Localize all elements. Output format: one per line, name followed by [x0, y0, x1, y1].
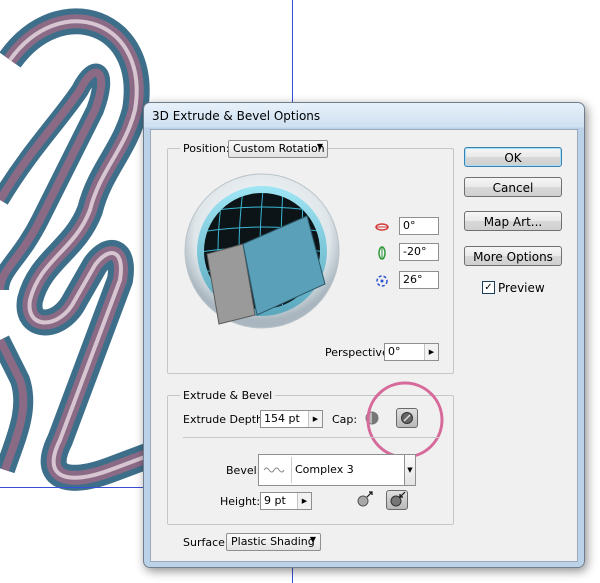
- map-art-button[interactable]: Map Art...: [464, 211, 562, 231]
- chevron-right-icon[interactable]: ▶: [308, 411, 322, 427]
- height-label: Height:: [220, 495, 261, 508]
- preview-checkbox[interactable]: ✓: [482, 281, 495, 294]
- highlight-circle-annotation: [366, 381, 444, 459]
- cancel-button[interactable]: Cancel: [464, 177, 562, 197]
- rotate-x-input[interactable]: 0°: [399, 217, 439, 235]
- bevel-in-icon: [390, 491, 406, 507]
- extrude-depth-label: Extrude Depth:: [183, 413, 267, 426]
- perspective-label: Perspective:: [325, 346, 393, 359]
- cap-label: Cap:: [332, 413, 358, 426]
- rotate-z-input[interactable]: 26°: [399, 271, 439, 289]
- rotate-y-icon: [378, 246, 386, 260]
- dialog-titlebar[interactable]: 3D Extrude & Bevel Options: [144, 103, 584, 129]
- surface-value: Plastic Shading: [231, 535, 315, 548]
- bevel-select[interactable]: Complex 3: [258, 454, 411, 486]
- height-field[interactable]: 9 pt ▶: [260, 492, 312, 510]
- bevel-preview-thumb: [261, 457, 292, 483]
- extrude-depth-field[interactable]: 154 pt ▶: [260, 410, 323, 428]
- perspective-value: 0°: [388, 345, 401, 358]
- dialog-title: 3D Extrude & Bevel Options: [152, 109, 321, 123]
- preview-label: Preview: [498, 281, 545, 295]
- bevel-dropdown-button[interactable]: ▼: [404, 454, 416, 486]
- position-label: Position:: [180, 142, 233, 155]
- bevel-label: Bevel:: [226, 464, 261, 477]
- extruded-artwork: [0, 8, 155, 491]
- surface-select[interactable]: Plastic Shading ▼: [226, 533, 321, 551]
- bevel-in-button[interactable]: [386, 490, 408, 510]
- rotation-track-cube[interactable]: [183, 172, 341, 330]
- chevron-down-icon: ▼: [309, 535, 316, 544]
- position-preset-select[interactable]: Custom Rotation ▼: [228, 140, 328, 158]
- extrude-depth-value: 154 pt: [264, 412, 300, 425]
- chevron-right-icon[interactable]: ▶: [297, 493, 311, 509]
- rotate-z-icon: [376, 275, 388, 287]
- extrude-bevel-dialog: 3D Extrude & Bevel Options Position: Cus…: [143, 102, 585, 568]
- extrude-separator: [183, 437, 439, 438]
- more-options-button[interactable]: More Options: [464, 246, 562, 266]
- dialog-client-area: Position: Custom Rotation ▼ 0° -20° 26° …: [150, 129, 578, 562]
- extrude-bevel-group-title: Extrude & Bevel: [180, 389, 276, 402]
- horizontal-guide: [0, 487, 143, 488]
- chevron-down-icon: ▼: [407, 466, 413, 474]
- checkmark-icon: ✓: [484, 282, 493, 293]
- position-preset-value: Custom Rotation: [233, 142, 325, 155]
- rotate-x-icon: [375, 223, 389, 231]
- surface-label: Surface:: [183, 536, 229, 549]
- height-value: 9 pt: [264, 494, 286, 507]
- chevron-down-icon: ▼: [316, 142, 323, 151]
- rotate-y-input[interactable]: -20°: [399, 243, 439, 261]
- bevel-profile-icon: [263, 467, 285, 473]
- perspective-slider-field[interactable]: 0° ▶: [384, 343, 439, 361]
- bevel-out-icon[interactable]: [353, 490, 375, 510]
- chevron-right-icon[interactable]: ▶: [424, 344, 438, 360]
- ok-button[interactable]: OK: [464, 147, 562, 167]
- bevel-value: Complex 3: [295, 463, 354, 476]
